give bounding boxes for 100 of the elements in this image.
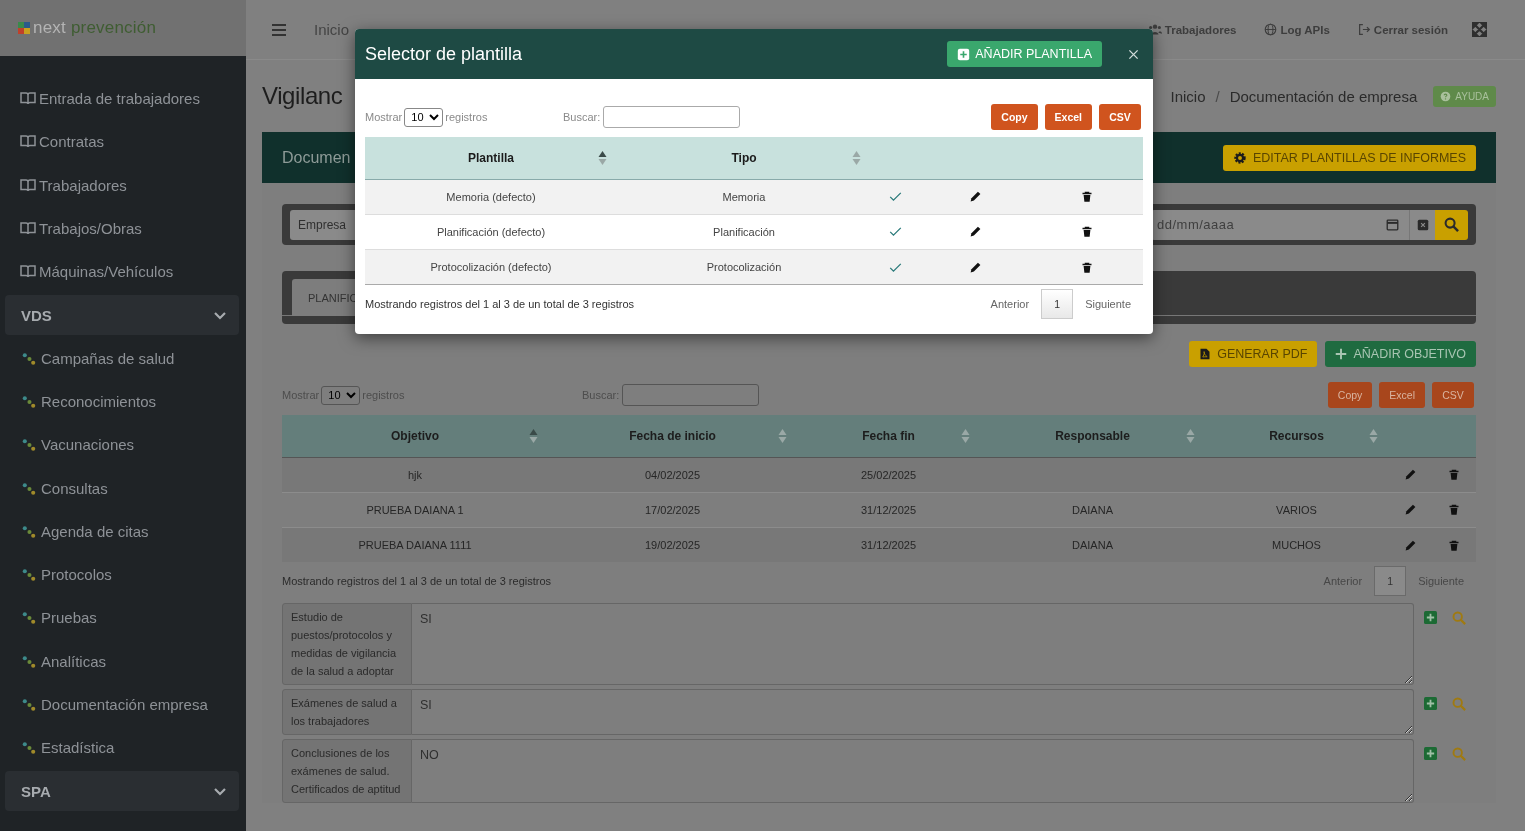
clear-button[interactable] xyxy=(1409,209,1435,240)
search-label: Buscar: xyxy=(563,111,601,123)
column-header[interactable]: Fecha fin xyxy=(862,428,915,443)
export-button[interactable]: CSV xyxy=(1099,104,1141,130)
text-area[interactable]: NO xyxy=(412,739,1414,803)
sidebar-item[interactable]: Pruebas xyxy=(0,596,246,640)
sidebar-item[interactable]: Agenda de citas xyxy=(0,509,246,553)
table-cell: hjk xyxy=(407,468,423,481)
sidebar-item[interactable]: Documentación empresa xyxy=(0,682,246,727)
table-cell: 17/02/2025 xyxy=(644,503,701,516)
search-field[interactable] xyxy=(622,384,760,406)
sidebar-item[interactable]: Campañas de salud xyxy=(0,336,246,380)
sidebar-group-header[interactable]: VDS xyxy=(5,295,239,336)
sort-icon[interactable] xyxy=(529,428,538,444)
sidebar-item[interactable]: Reconocimientos xyxy=(0,379,246,424)
book-icon xyxy=(20,222,36,236)
column-header[interactable]: Tipo xyxy=(731,150,757,165)
dots-icon xyxy=(22,523,36,539)
table-cell: 31/12/2025 xyxy=(860,503,917,516)
add-template-button[interactable]: AÑADIR PLANTILLA xyxy=(947,41,1102,67)
dots-icon xyxy=(22,393,36,409)
column-header[interactable]: Objetivo xyxy=(391,428,439,443)
plus-square-icon xyxy=(957,47,971,61)
book-icon xyxy=(20,265,36,279)
trash-icon[interactable] xyxy=(1081,190,1093,204)
export-button[interactable]: Copy xyxy=(991,104,1038,130)
table-cell: Planificación xyxy=(713,225,775,238)
pencil-icon[interactable] xyxy=(968,260,982,274)
page-number[interactable]: 1 xyxy=(1041,288,1074,319)
dots-icon xyxy=(22,740,36,756)
book-icon xyxy=(20,135,36,149)
nav-link[interactable]: Inicio xyxy=(314,21,350,38)
trash-icon[interactable] xyxy=(1081,225,1093,239)
column-header[interactable]: Fecha de inicio xyxy=(629,428,716,443)
dots-icon xyxy=(22,610,36,626)
page-number[interactable]: 1 xyxy=(1374,565,1407,596)
export-button[interactable]: CSV xyxy=(1432,382,1474,408)
page-size-select[interactable]: 10 xyxy=(404,107,444,127)
dots-icon xyxy=(22,480,36,496)
breadcrumb-separator: / xyxy=(1215,87,1220,105)
edit-templates-button[interactable]: EDITAR PLANTILLAS DE INFORMES xyxy=(1223,144,1476,171)
close-icon xyxy=(1416,218,1429,231)
page-size-select[interactable]: 10 xyxy=(321,385,361,405)
nav-link[interactable]: Cerrar sesión xyxy=(1357,23,1448,36)
generate-pdf-button[interactable]: GENERAR PDF xyxy=(1189,341,1318,367)
pencil-icon[interactable] xyxy=(968,225,982,239)
modal-title: Selector de plantilla xyxy=(365,43,523,65)
date-field[interactable]: dd/mm/aaaa xyxy=(1151,209,1409,240)
export-button[interactable]: Excel xyxy=(1379,382,1425,408)
column-header[interactable]: Plantilla xyxy=(468,150,514,165)
column-header[interactable]: Recursos xyxy=(1269,428,1324,443)
column-header[interactable]: Responsable xyxy=(1055,428,1130,443)
sidebar-item[interactable]: Vacunaciones xyxy=(0,423,246,467)
table-cell: DAIANA xyxy=(1072,503,1113,516)
sort-icon[interactable] xyxy=(598,150,607,166)
nav-link[interactable]: Log APIs xyxy=(1264,23,1330,36)
book-icon xyxy=(20,178,36,192)
menu-icon[interactable] xyxy=(271,21,287,38)
dots-icon xyxy=(22,653,36,669)
field-label: Estudio de puestos/protocolos y medidas de vigilancia de la salud a adoptar xyxy=(282,603,412,685)
logo-text[interactable]: next prevención xyxy=(33,18,157,38)
sidebar-item[interactable]: Trabajos/Obras xyxy=(0,206,246,251)
page-title: Vigilanc xyxy=(262,82,344,110)
sidebar-item[interactable]: Consultas xyxy=(0,466,246,510)
sidebar-item[interactable]: Protocolos xyxy=(0,552,246,597)
sidebar-group-header[interactable]: SPA xyxy=(5,771,239,812)
breadcrumb-link[interactable]: Inicio xyxy=(1170,87,1206,105)
show-label: Mostrar xyxy=(365,111,403,123)
export-button[interactable]: Excel xyxy=(1044,104,1092,130)
text-area[interactable]: SI xyxy=(412,689,1414,735)
field-label: Exámenes de salud a los trabajadores xyxy=(282,689,412,735)
add-objective-button[interactable]: AÑADIR OBJETIVO xyxy=(1325,341,1476,367)
table-cell: Protocolización xyxy=(706,260,782,273)
search-field[interactable] xyxy=(603,106,741,128)
sidebar-item[interactable]: Trabajadores xyxy=(0,163,246,207)
sidebar-item[interactable]: Máquinas/Vehículos xyxy=(0,250,246,294)
add-icon[interactable] xyxy=(1424,611,1437,624)
card-title: Documen xyxy=(282,148,351,167)
chevron-down-icon xyxy=(213,309,227,322)
fullscreen-icon[interactable] xyxy=(1472,22,1487,37)
add-icon[interactable] xyxy=(1424,697,1437,710)
add-icon[interactable] xyxy=(1424,747,1437,760)
sidebar-item[interactable]: Contratas xyxy=(0,120,246,164)
sidebar-item[interactable]: Entrada de trabajadores xyxy=(0,77,246,121)
sidebar-item[interactable]: Estadística xyxy=(0,726,246,770)
next-page-link[interactable]: Siguiente xyxy=(1073,297,1143,310)
export-button[interactable]: Copy xyxy=(1327,382,1373,408)
users-icon xyxy=(1147,24,1162,35)
table-cell: Memoria (defecto) xyxy=(446,190,536,203)
previous-page-link[interactable]: Anterior xyxy=(978,297,1042,310)
logo-icon xyxy=(18,22,30,34)
breadcrumb-link[interactable]: Documentación de empresa xyxy=(1229,87,1418,105)
search-button[interactable] xyxy=(1435,209,1468,240)
table-info: Mostrando registros del 1 al 3 de un total de 3 registros xyxy=(282,574,552,587)
text-area[interactable]: SI xyxy=(412,603,1414,685)
nav-link[interactable]: Trabajadores xyxy=(1147,23,1237,36)
calendar-icon[interactable] xyxy=(1386,217,1399,231)
trash-icon[interactable] xyxy=(1081,260,1093,274)
table-cell: DAIANA xyxy=(1072,538,1113,551)
sidebar-item[interactable]: Analíticas xyxy=(0,639,246,683)
